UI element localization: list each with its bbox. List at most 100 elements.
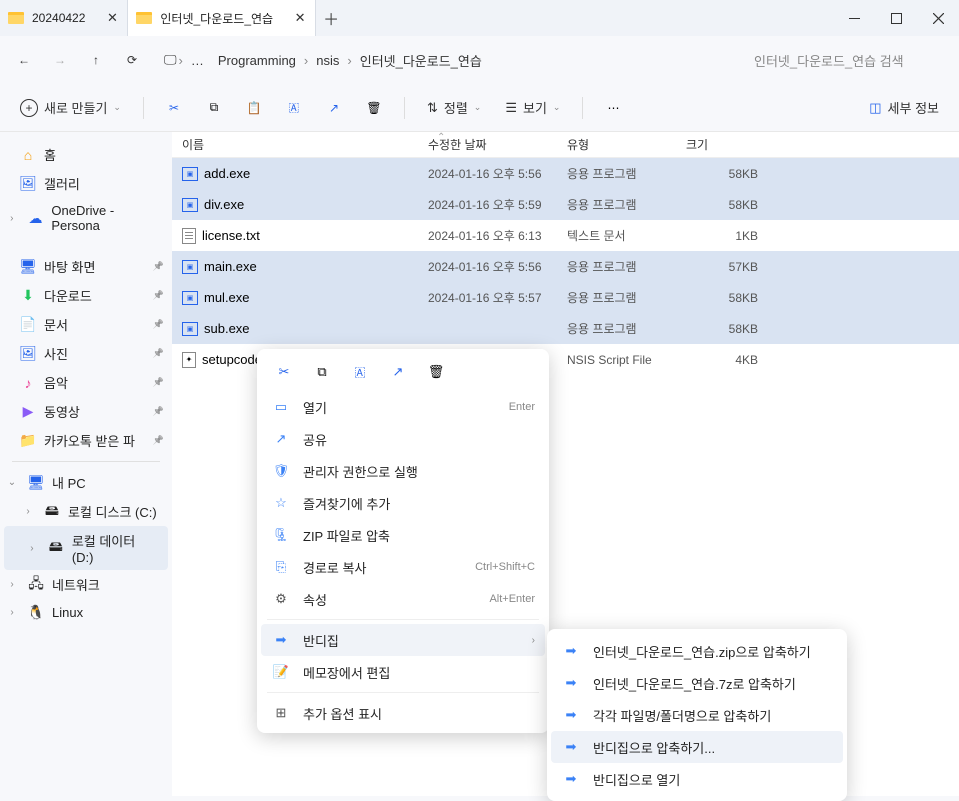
sidebar-onedrive[interactable]: ›☁OneDrive - Persona — [0, 198, 172, 238]
download-icon: ⬇ — [20, 288, 36, 304]
paste-button[interactable]: 📋 — [238, 92, 270, 124]
file-size: 1KB — [686, 229, 766, 243]
exe-icon: ▣ — [182, 167, 198, 181]
sidebar-music[interactable]: ♪음악 — [0, 368, 172, 397]
file-row[interactable]: ▣mul.exe2024-01-16 오후 5:57응용 프로그램58KB — [172, 282, 959, 313]
chevron-right-icon[interactable]: › — [4, 213, 20, 224]
sub-compress-each[interactable]: ➡각각 파일명/폴더명으로 압축하기 — [551, 699, 843, 731]
cut-button[interactable]: ✂ — [158, 92, 190, 124]
file-name: div.exe — [204, 197, 244, 212]
sidebar-thispc[interactable]: ⌄🖥내 PC — [0, 468, 172, 497]
crumb-programming[interactable]: Programming — [212, 49, 302, 72]
document-icon: 📄 — [20, 317, 36, 333]
copy-button[interactable]: ⧉ — [198, 92, 230, 124]
ctx-open[interactable]: ▭열기Enter — [261, 391, 545, 423]
new-tab-button[interactable]: ＋ — [316, 0, 346, 36]
chevron-down-icon[interactable]: ⌄ — [4, 477, 20, 488]
sub-compress-7z[interactable]: ➡인터넷_다운로드_연습.7z로 압축하기 — [551, 667, 843, 699]
ctx-share-btn[interactable]: ↗ — [381, 357, 415, 387]
chevron-right-icon[interactable]: › — [24, 543, 40, 554]
chevron-right-icon[interactable]: › — [4, 579, 20, 590]
ctx-more-options[interactable]: ⊞추가 옵션 표시 — [261, 697, 545, 729]
sidebar-documents[interactable]: 📄문서 — [0, 310, 172, 339]
file-row[interactable]: ▣add.exe2024-01-16 오후 5:56응용 프로그램58KB — [172, 158, 959, 189]
back-button[interactable]: ← — [8, 44, 40, 76]
crumb-nsis[interactable]: nsis — [310, 49, 345, 72]
sidebar-drive-d[interactable]: ›🖴로컬 데이터 (D:) — [4, 526, 168, 570]
share-button[interactable]: ↗ — [318, 92, 350, 124]
ctx-properties[interactable]: ⚙속성Alt+Enter — [261, 583, 545, 615]
network-label: 네트워크 — [52, 575, 100, 594]
refresh-button[interactable]: ⟳ — [116, 44, 148, 76]
ctx-admin[interactable]: 🛡관리자 권한으로 실행 — [261, 455, 545, 487]
sidebar-linux[interactable]: ›🐧Linux — [0, 599, 172, 625]
ctx-copy[interactable]: ⧉ — [305, 357, 339, 387]
chevron-right-icon[interactable]: › — [4, 607, 20, 618]
delete-button[interactable]: 🗑 — [358, 92, 390, 124]
gallery-icon: 🖼 — [20, 176, 36, 192]
file-date: 2024-01-16 오후 5:56 — [428, 165, 567, 182]
sidebar-gallery[interactable]: 🖼갤러리 — [0, 169, 172, 198]
sidebar-pictures[interactable]: 🖼사진 — [0, 339, 172, 368]
new-button[interactable]: + 새로 만들기 ⌄ — [12, 92, 129, 124]
ctx-zip[interactable]: 🗜ZIP 파일로 압축 — [261, 519, 545, 551]
rename-button[interactable]: 🇦 — [278, 92, 310, 124]
tab-2-title: 인터넷_다운로드_연습 — [160, 10, 273, 27]
arrow-icon: ➡ — [561, 739, 581, 755]
thispc-label: 내 PC — [52, 473, 86, 492]
details-label: 세부 정보 — [888, 98, 939, 117]
up-button[interactable]: ↑ — [80, 44, 112, 76]
sub-compress-zip[interactable]: ➡인터넷_다운로드_연습.zip으로 압축하기 — [551, 635, 843, 667]
nsi-icon: ✦ — [182, 352, 196, 368]
chevron-right-icon: › — [179, 53, 183, 68]
ctx-notepad[interactable]: 📝메모장에서 편집 — [261, 656, 545, 688]
sidebar-home[interactable]: ⌂홈 — [0, 140, 172, 169]
sub-open-with[interactable]: ➡반디집으로 열기 — [551, 763, 843, 795]
exe-icon: ▣ — [182, 260, 198, 274]
minimize-button[interactable] — [833, 0, 875, 36]
col-type[interactable]: 유형 — [567, 136, 686, 153]
sub-compress-with[interactable]: ➡반디집으로 압축하기... — [551, 731, 843, 763]
chevron-down-icon: ⌄ — [474, 102, 482, 113]
ctx-bandizip[interactable]: ➡반디집› — [261, 624, 545, 656]
column-grip[interactable]: ⌃ — [437, 132, 447, 143]
file-row[interactable]: license.txt2024-01-16 오후 6:13텍스트 문서1KB — [172, 220, 959, 251]
zip-icon: 🗜 — [271, 527, 291, 543]
crumb-current[interactable]: 인터넷_다운로드_연습 — [354, 47, 488, 74]
ctx-copy-path[interactable]: ⎘경로로 복사Ctrl+Shift+C — [261, 551, 545, 583]
view-button[interactable]: ☰ 보기 ⌄ — [497, 92, 568, 124]
col-date[interactable]: 수정한 날짜 — [428, 136, 567, 153]
file-row[interactable]: ▣div.exe2024-01-16 오후 5:59응용 프로그램58KB — [172, 189, 959, 220]
arrow-icon: ➡ — [561, 675, 581, 691]
close-button[interactable] — [917, 0, 959, 36]
file-row[interactable]: ▣main.exe2024-01-16 오후 5:56응용 프로그램57KB — [172, 251, 959, 282]
more-button[interactable]: ⋯ — [597, 92, 629, 124]
sidebar-network[interactable]: ›🖧네트워크 — [0, 570, 172, 599]
sidebar-drive-c[interactable]: ›🖴로컬 디스크 (C:) — [0, 497, 172, 526]
tab-1[interactable]: 20240422 ✕ — [0, 0, 128, 36]
ctx-favorite[interactable]: ☆즐겨찾기에 추가 — [261, 487, 545, 519]
ctx-delete[interactable]: 🗑 — [419, 357, 453, 387]
maximize-button[interactable] — [875, 0, 917, 36]
sidebar-kakao[interactable]: 📁카카오톡 받은 파 — [0, 426, 172, 455]
chevron-right-icon[interactable]: › — [20, 506, 36, 517]
arrow-icon: ➡ — [561, 771, 581, 787]
details-pane-button[interactable]: ◫ 세부 정보 — [861, 92, 947, 124]
forward-button[interactable]: → — [44, 44, 76, 76]
search-input[interactable]: 인터넷_다운로드_연습 검색 — [746, 45, 951, 75]
sort-button[interactable]: ⇅ 정렬 ⌄ — [419, 92, 489, 124]
ctx-rename[interactable]: 🇦 — [343, 357, 377, 387]
file-row[interactable]: ▣sub.exe응용 프로그램58KB — [172, 313, 959, 344]
tab-2-close[interactable]: ✕ — [293, 11, 307, 25]
col-size[interactable]: 크기 — [686, 136, 766, 153]
sidebar-downloads[interactable]: ⬇다운로드 — [0, 281, 172, 310]
tab-2[interactable]: 인터넷_다운로드_연습 ✕ — [128, 0, 316, 36]
ctx-cut[interactable]: ✂ — [267, 357, 301, 387]
breadcrumb[interactable]: 🖵 › … Programming › nsis › 인터넷_다운로드_연습 — [164, 47, 742, 74]
sidebar-desktop[interactable]: 🖥바탕 화면 — [0, 252, 172, 281]
tab-1-close[interactable]: ✕ — [105, 11, 119, 25]
col-name[interactable]: 이름 — [172, 136, 428, 153]
crumb-dots[interactable]: … — [185, 49, 210, 72]
sidebar-videos[interactable]: ▶동영상 — [0, 397, 172, 426]
ctx-share[interactable]: ↗공유 — [261, 423, 545, 455]
